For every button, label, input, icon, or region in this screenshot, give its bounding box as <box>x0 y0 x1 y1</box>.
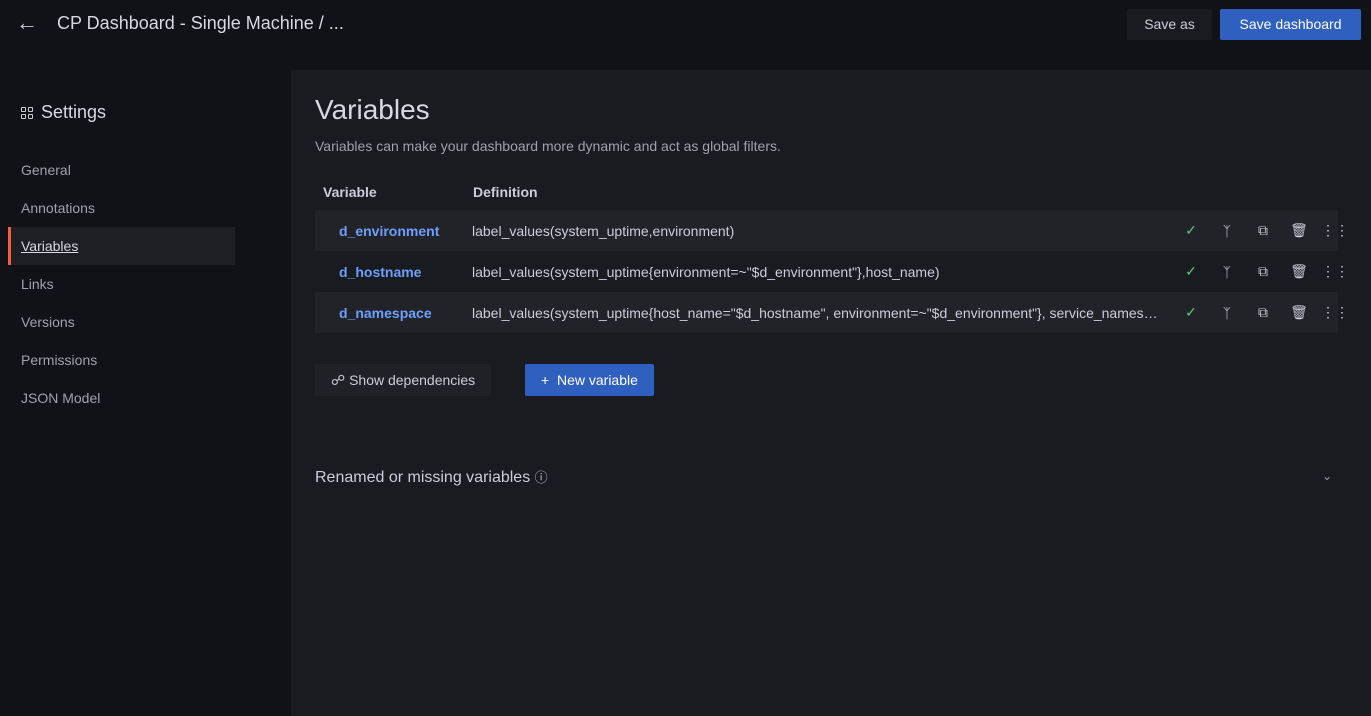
settings-title: Settings <box>41 102 107 122</box>
duplicate-icon[interactable]: ⧉ <box>1245 263 1281 280</box>
check-icon: ✓ <box>1185 263 1197 279</box>
sidebar-item-permissions[interactable]: Permissions <box>8 341 235 379</box>
drag-handle-icon[interactable]: ⋮⋮ <box>1317 304 1353 321</box>
trash-icon[interactable]: 🗑 <box>1281 304 1317 321</box>
variable-name-link[interactable]: d_namespace <box>315 305 472 321</box>
show-dependencies-button[interactable]: ☍ Show dependencies <box>315 364 492 396</box>
table-row: d_hostname label_values(system_uptime{en… <box>315 251 1349 292</box>
duplicate-icon[interactable]: ⧉ <box>1245 304 1281 321</box>
info-icon: ⓘ <box>534 470 548 485</box>
dashboard-title: CP Dashboard - Single Machine / ... <box>57 13 344 33</box>
new-variable-button[interactable]: + New variable <box>525 364 654 396</box>
table-row: d_namespace label_values(system_uptime{h… <box>315 292 1349 333</box>
variable-definition[interactable]: label_values(system_uptime{host_name="$d… <box>472 305 1162 321</box>
variable-name-link[interactable]: d_environment <box>315 223 472 239</box>
variables-table: d_environment label_values(system_uptime… <box>315 210 1349 333</box>
sidebar-item-general[interactable]: General <box>8 151 235 189</box>
check-icon: ✓ <box>1185 222 1197 238</box>
chevron-down-icon[interactable]: ⌄ <box>1322 469 1332 483</box>
sidebar-item-variables[interactable]: Variables <box>8 227 235 265</box>
duplicate-icon[interactable]: ⧉ <box>1245 222 1281 239</box>
branch-icon[interactable]: ᛉ <box>1209 223 1245 239</box>
branch-icon[interactable]: ᛉ <box>1209 305 1245 321</box>
trash-icon[interactable]: 🗑 <box>1281 222 1317 239</box>
page-title: Variables <box>315 94 430 125</box>
variable-definition[interactable]: label_values(system_uptime{environment=~… <box>472 264 1162 280</box>
drag-handle-icon[interactable]: ⋮⋮ <box>1317 222 1353 239</box>
dependencies-icon: ☍ <box>331 372 346 388</box>
show-dependencies-label: Show dependencies <box>349 372 476 388</box>
save-as-button[interactable]: Save as <box>1127 9 1212 40</box>
variable-definition[interactable]: label_values(system_uptime,environment) <box>472 223 1162 239</box>
save-dashboard-button[interactable]: Save dashboard <box>1220 9 1361 40</box>
plus-icon: + <box>541 372 550 388</box>
column-header-definition: Definition <box>473 184 538 200</box>
sidebar-item-json-model[interactable]: JSON Model <box>8 379 235 417</box>
renamed-missing-label: Renamed or missing variables <box>315 469 531 486</box>
trash-icon[interactable]: 🗑 <box>1281 263 1317 280</box>
column-header-variable: Variable <box>323 184 377 200</box>
sidebar-item-links[interactable]: Links <box>8 265 235 303</box>
variable-name-link[interactable]: d_hostname <box>315 264 472 280</box>
top-bar: ← CP Dashboard - Single Machine / ... Sa… <box>0 0 1371 48</box>
check-icon: ✓ <box>1185 304 1197 320</box>
branch-icon[interactable]: ᛉ <box>1209 264 1245 280</box>
drag-handle-icon[interactable]: ⋮⋮ <box>1317 263 1353 280</box>
settings-heading: Settings <box>21 102 106 123</box>
back-arrow-icon[interactable]: ← <box>16 12 38 34</box>
apps-grid-icon <box>21 106 33 119</box>
table-row: d_environment label_values(system_uptime… <box>315 210 1349 251</box>
renamed-missing-section[interactable]: Renamed or missing variables ⓘ <box>315 467 548 487</box>
variables-panel: Variables Variables can make your dashbo… <box>291 70 1371 716</box>
new-variable-label: New variable <box>556 372 638 388</box>
sidebar-item-annotations[interactable]: Annotations <box>8 189 235 227</box>
sidebar-item-versions[interactable]: Versions <box>8 303 235 341</box>
page-subtitle: Variables can make your dashboard more d… <box>315 138 781 154</box>
